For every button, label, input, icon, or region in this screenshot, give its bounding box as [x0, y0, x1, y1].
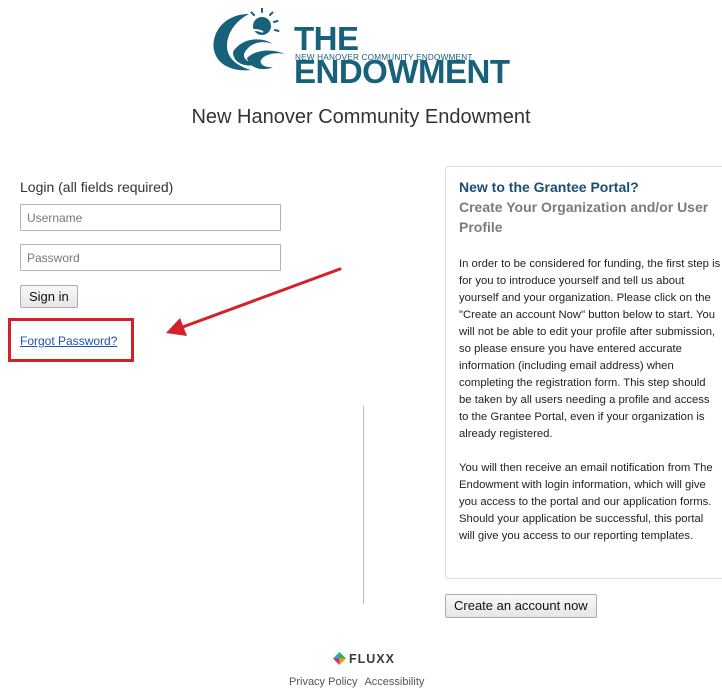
column-divider [363, 406, 364, 604]
fluxx-logo-icon [333, 652, 346, 665]
panel-subtitle: Create Your Organization and/or User Pro… [459, 199, 709, 235]
create-account-button[interactable]: Create an account now [445, 594, 597, 618]
panel-paragraph-intro: In order to be considered for funding, t… [459, 258, 721, 440]
panel-title: New to the Grantee Portal? [459, 179, 639, 195]
footer-links: Privacy Policy Accessibility [289, 676, 424, 688]
fluxx-brand: FLUXX [349, 652, 395, 666]
accessibility-link[interactable]: Accessibility [364, 676, 424, 688]
privacy-policy-link[interactable]: Privacy Policy [289, 676, 357, 688]
new-user-panel: New to the Grantee Portal? Create Your O… [445, 166, 722, 579]
panel-paragraph-notification: You will then receive an email notificat… [459, 462, 713, 542]
